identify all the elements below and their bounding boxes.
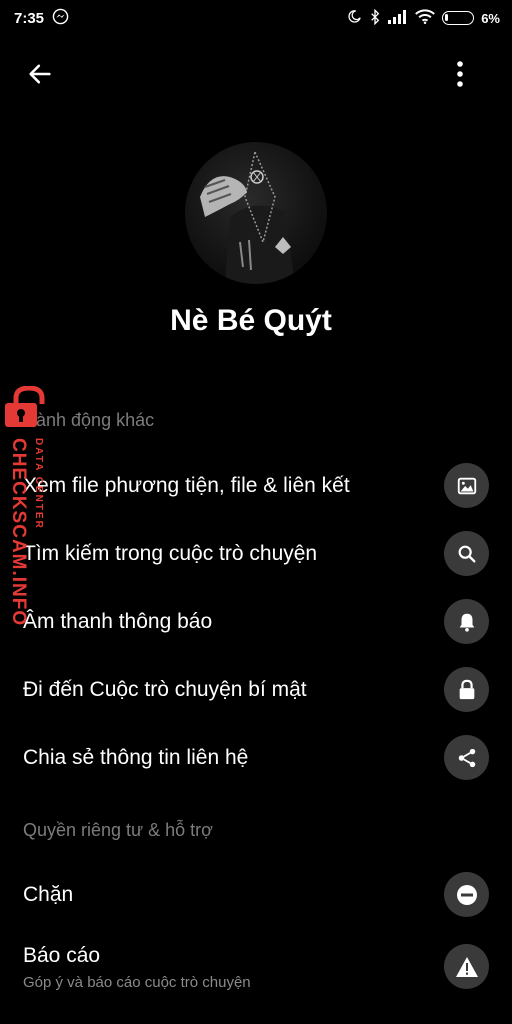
menu-item-secret-conversation[interactable]: Đi đến Cuộc trò chuyện bí mật [0,660,512,720]
moon-icon [347,9,362,27]
back-button[interactable] [22,56,58,92]
menu-item-block[interactable]: Chặn [0,865,512,925]
status-right: 6% [347,8,500,28]
more-vertical-icon [457,61,463,87]
more-options-button[interactable] [444,56,476,92]
watermark-lock-icon [5,386,45,427]
watermark: CHECKSCAM.INFO DATA CENTER [2,386,56,636]
menu-item-report[interactable]: Báo cáo Góp ý và báo cáo cuộc trò chuyện [0,934,512,1000]
status-bar: 7:35 6% [0,0,512,36]
menu-item-label: Tìm kiếm trong cuộc trò chuyện [23,542,318,565]
menu-item-notification-sound[interactable]: Âm thanh thông báo [0,592,512,652]
messenger-icon [52,8,69,29]
arrow-left-icon [29,64,51,84]
menu-item-label: Xem file phương tiện, file & liên kết [23,474,350,497]
menu-item-label: Chặn [23,883,74,906]
menu-item-label: Đi đến Cuộc trò chuyện bí mật [23,678,307,701]
status-time: 7:35 [14,9,45,27]
menu-item-share-contact[interactable]: Chia sẻ thông tin liên hệ [0,728,512,788]
section-header-privacy-support: Quyền riêng tư & hỗ trợ [23,820,213,840]
menu-item-sublabel: Góp ý và báo cáo cuộc trò chuyện [23,974,251,991]
wifi-icon [415,9,436,27]
profile-name: Nè Bé Quýt [170,304,332,337]
battery-percent: 6% [481,10,500,26]
menu-item-label: Chia sẻ thông tin liên hệ [23,746,249,769]
profile-avatar[interactable] [185,142,327,284]
search-icon [444,531,489,576]
menu-item-label: Báo cáo [23,944,101,967]
avatar-image [200,149,295,284]
signal-icon [388,9,408,27]
block-icon [444,872,489,917]
battery-icon [442,11,475,25]
menu-item-search-conversation[interactable]: Tìm kiếm trong cuộc trò chuyện [0,524,512,584]
share-icon [444,735,489,780]
bluetooth-icon [369,8,381,28]
lock-icon [444,667,489,712]
image-icon [444,463,489,508]
watermark-text: CHECKSCAM.INFO [8,438,29,627]
warning-icon [444,944,489,989]
bell-icon [444,599,489,644]
status-left: 7:35 [14,8,69,29]
menu-item-view-media[interactable]: Xem file phương tiện, file & liên kết [0,456,512,516]
watermark-subtext: DATA CENTER [33,438,44,530]
